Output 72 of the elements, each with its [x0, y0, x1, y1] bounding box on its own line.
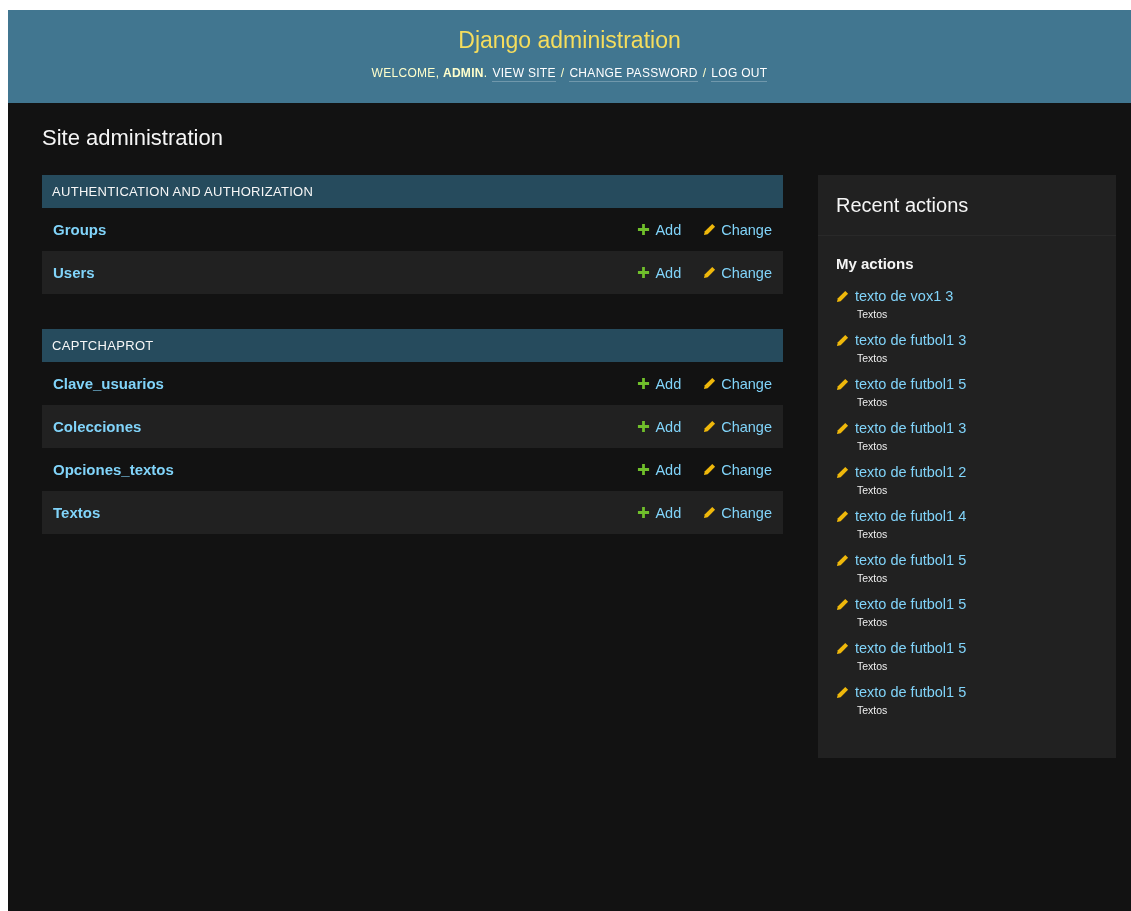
model-link[interactable]: Clave_usuarios: [53, 375, 616, 392]
model-name: Textos: [857, 572, 889, 584]
change-link[interactable]: Change: [703, 375, 772, 392]
change-link[interactable]: Change: [703, 264, 772, 281]
pencil-icon: [836, 465, 849, 479]
pencil-icon: [703, 420, 717, 433]
model-link[interactable]: Users: [53, 264, 616, 281]
pencil-icon: [836, 641, 849, 655]
header-link[interactable]: CHANGE PASSWORD: [569, 66, 698, 82]
model-name: Textos: [857, 528, 889, 540]
action-link[interactable]: texto de futbol1 5: [855, 596, 967, 612]
model-link[interactable]: Opciones_textos: [53, 461, 616, 478]
plus-icon: [637, 463, 651, 476]
model-name: Textos: [857, 484, 889, 496]
pencil-icon: [836, 597, 849, 611]
model-link[interactable]: Textos: [53, 504, 616, 521]
action-link[interactable]: texto de futbol1 3: [855, 332, 967, 348]
plus-icon: [637, 223, 651, 236]
model-link[interactable]: Groups: [53, 221, 616, 238]
pencil-icon: [836, 377, 849, 391]
change-link[interactable]: Change: [703, 504, 772, 521]
section-title: My actions: [836, 255, 915, 272]
panel-title: Recent actions: [818, 175, 1116, 236]
model-name: Textos: [857, 440, 889, 452]
pencil-icon: [836, 289, 849, 303]
plus-icon: [637, 420, 651, 433]
action-link[interactable]: texto de futbol1 5: [855, 376, 967, 392]
add-link[interactable]: Add: [637, 264, 682, 281]
pencil-icon: [836, 509, 849, 523]
pencil-icon: [703, 506, 717, 519]
pencil-icon: [703, 377, 717, 390]
module-header: CAPTCHAPROT: [42, 329, 783, 362]
action-link[interactable]: texto de futbol1 5: [855, 640, 967, 656]
change-link[interactable]: Change: [703, 461, 772, 478]
plus-icon: [637, 266, 651, 279]
action-link[interactable]: texto de futbol1 3: [855, 420, 967, 436]
pencil-icon: [836, 333, 849, 347]
add-link[interactable]: Add: [637, 418, 682, 435]
plus-icon: [637, 506, 651, 519]
model-name: Textos: [857, 660, 889, 672]
separator-text: /: [702, 66, 707, 80]
pencil-icon: [703, 223, 717, 236]
welcome-text: WELCOME, ADMIN.: [371, 66, 488, 80]
action-link[interactable]: texto de futbol1 2: [855, 464, 967, 480]
separator-text: /: [560, 66, 565, 80]
model-link[interactable]: Colecciones: [53, 418, 616, 435]
model-name: Textos: [857, 308, 889, 320]
add-link[interactable]: Add: [637, 221, 682, 238]
module-header: AUTHENTICATION AND AUTHORIZATION: [42, 175, 783, 208]
pencil-icon: [836, 685, 849, 699]
site-title[interactable]: Django administration: [458, 27, 681, 54]
add-link[interactable]: Add: [637, 375, 682, 392]
model-name: Textos: [857, 396, 889, 408]
change-link[interactable]: Change: [703, 221, 772, 238]
page-title: Site administration: [42, 125, 224, 151]
pencil-icon: [836, 553, 849, 567]
model-name: Textos: [857, 616, 889, 628]
model-name: Textos: [857, 704, 889, 716]
add-link[interactable]: Add: [637, 461, 682, 478]
change-link[interactable]: Change: [703, 418, 772, 435]
header-link[interactable]: VIEW SITE: [492, 66, 556, 82]
pencil-icon: [703, 266, 717, 279]
action-link[interactable]: texto de futbol1 5: [855, 684, 967, 700]
plus-icon: [637, 377, 651, 390]
add-link[interactable]: Add: [637, 504, 682, 521]
pencil-icon: [703, 463, 717, 476]
pencil-icon: [836, 421, 849, 435]
action-link[interactable]: texto de vox1 3: [855, 288, 954, 304]
action-link[interactable]: texto de futbol1 5: [855, 552, 967, 568]
model-name: Textos: [857, 352, 889, 364]
header-link[interactable]: LOG OUT: [711, 66, 768, 82]
action-link[interactable]: texto de futbol1 4: [855, 508, 967, 524]
